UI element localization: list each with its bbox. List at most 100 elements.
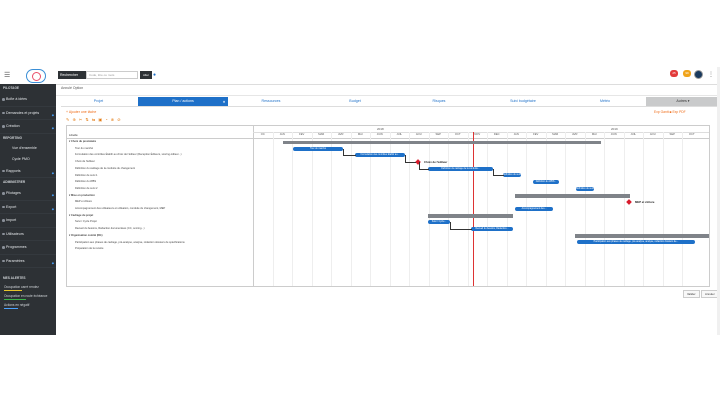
summary-bar[interactable]: [575, 234, 709, 238]
milestone-diamond[interactable]: [626, 198, 632, 205]
task-bar[interactable]: Définition du cadrage de la conduite...: [428, 166, 493, 171]
task-row[interactable]: ▾ Mise en production: [67, 193, 255, 200]
info-icon[interactable]: ●: [153, 72, 156, 78]
task-bar[interactable]: Définition du WBS...: [533, 180, 559, 184]
task-row[interactable]: Définition de suivi 2: [67, 186, 261, 193]
notification-badge[interactable]: 25: [670, 70, 678, 77]
tab-plan-actions[interactable]: Plan / actions ♦: [138, 97, 228, 106]
task-bar[interactable]: Formulation des contrôles Établir au...: [355, 153, 405, 158]
sidebar-item-pilotages[interactable]: Pilotages ◆: [0, 187, 56, 201]
circle-icon: [2, 111, 5, 114]
month-label: MAR: [318, 133, 325, 136]
tab-risques[interactable]: Risques: [398, 97, 480, 106]
avatar[interactable]: [694, 70, 703, 79]
alert-item[interactable]: Actions en négatif: [0, 301, 56, 310]
sidebar-section-admin: ADMINISTRER: [3, 180, 26, 184]
grid-line: [467, 132, 469, 286]
task-bar[interactable]: Participation aux phases de cadrage, pré…: [577, 240, 695, 245]
task-row[interactable]: ▾ Cadrage du projet: [67, 213, 255, 220]
sidebar-item-utilisateurs[interactable]: Utilisateurs: [0, 228, 56, 241]
alert-item[interactable]: Occupation en route échéance: [0, 292, 56, 301]
task-row[interactable]: Préparation de la recette: [67, 246, 261, 253]
tab-suivi-budgetaire[interactable]: Suivi budgétaire: [482, 97, 564, 106]
grid-line: [311, 132, 313, 286]
grid-line: [623, 132, 625, 286]
sidebar-item-programmes[interactable]: Programmes: [0, 241, 56, 255]
sidebar-item-export[interactable]: Export ◆: [0, 201, 56, 214]
task-row[interactable]: Définition de suivi 1: [67, 173, 261, 180]
grid-line: [292, 132, 293, 286]
task-list-header: Libellé: [67, 126, 253, 139]
task-row[interactable]: Accompagnement des utilisateurs et utili…: [67, 206, 261, 213]
export-links[interactable]: Exp Gantt ■ Exp PDF: [654, 110, 686, 114]
tab-ressources[interactable]: Ressources: [230, 97, 312, 106]
month-label: NOV: [474, 133, 481, 136]
main-content: Annulé Option Projet Plan / actions ♦ Res…: [56, 84, 720, 335]
alert-badge[interactable]: 99: [683, 70, 691, 77]
search-go-button[interactable]: Aller: [140, 71, 152, 79]
task-row[interactable]: ▾ Choix du prestataire: [67, 139, 255, 146]
sidebar-item-demandes[interactable]: Demandes et projets ◆: [0, 107, 56, 120]
breadcrumb[interactable]: Annulé Option: [61, 86, 83, 90]
task-row[interactable]: Choix de l'éditeur: [67, 159, 261, 166]
app-logo[interactable]: [26, 69, 46, 83]
task-bar[interactable]: Tour du marché: [293, 146, 343, 151]
grid-line: [662, 132, 664, 286]
task-bar[interactable]: Suivi / Cycle...: [428, 220, 450, 225]
task-row[interactable]: Recueil du besoins, Rédaction documentée…: [67, 226, 261, 233]
apps-grid-icon[interactable]: ⋮: [708, 71, 714, 78]
task-bar[interactable]: Définition du suivi...: [503, 173, 521, 178]
task-row[interactable]: MEP et clôture: [67, 199, 261, 206]
sidebar-section-reporting: REPORTING: [3, 135, 22, 140]
gantt-chart: Libellé ▾ Choix du prestataire Tour du m…: [66, 125, 710, 287]
task-bar[interactable]: Recueil du besoins, Rédaction...: [471, 226, 513, 231]
circle-icon: [2, 125, 5, 128]
month-label: DEC: [493, 133, 500, 136]
task-row[interactable]: Définition du WBS: [67, 179, 261, 186]
sidebar-item-import[interactable]: Import: [0, 214, 56, 228]
sidebar-item-cycle-pmo[interactable]: Cycle PMO: [0, 154, 56, 165]
grid-line: [565, 132, 566, 286]
alert-item[interactable]: Occupation carré rendez: [0, 283, 56, 292]
sidebar: PILOTAGE Boîte à idées Demandes et proje…: [0, 84, 56, 335]
dependency-connector: [419, 161, 429, 170]
circle-icon: [2, 192, 5, 195]
task-row[interactable]: Tour du marché: [67, 146, 261, 153]
search-button[interactable]: Rechercher: [58, 71, 86, 79]
month-label: MAI: [591, 133, 597, 136]
sidebar-item-creation[interactable]: Création ◆: [0, 120, 56, 134]
summary-bar[interactable]: [428, 214, 513, 218]
tab-budget[interactable]: Budget: [314, 97, 396, 106]
search-input[interactable]: Code, titre ou mots: [86, 71, 138, 79]
grid-line: [448, 132, 449, 286]
tab-projet[interactable]: Projet: [61, 97, 136, 106]
alert-progress-bar: [4, 299, 26, 300]
month-label: FEV: [533, 133, 539, 136]
add-task-link[interactable]: + Ajouter une tâche: [66, 110, 96, 114]
menu-icon[interactable]: ☰: [4, 72, 10, 79]
task-row[interactable]: ▾ Organisation comité (DG): [67, 233, 255, 240]
task-row[interactable]: Définition du cadrage de la conduite du …: [67, 166, 261, 173]
sidebar-item-vue-ensemble[interactable]: Vue d'ensemble: [0, 143, 56, 154]
dependency-connector: [450, 222, 472, 230]
sidebar-item-parametres[interactable]: Paramètres ◆: [0, 255, 56, 268]
tab-autres[interactable]: Autres ▾: [646, 97, 720, 106]
circle-icon: [2, 219, 5, 222]
task-row[interactable]: Formulation des contrôles Établir au cho…: [67, 152, 261, 159]
task-row[interactable]: Participation aux phases de cadrage, pré…: [67, 240, 261, 247]
month-label: JAN: [513, 133, 519, 136]
sidebar-item-boite-idees[interactable]: Boîte à idées: [0, 93, 56, 107]
summary-bar[interactable]: [283, 140, 601, 144]
summary-bar[interactable]: [515, 194, 630, 198]
sidebar-item-rapports[interactable]: Rapports ◆: [0, 165, 56, 178]
month-label: JUIN: [610, 133, 617, 136]
gantt-toolbar[interactable]: ✎ ⊕ ✂ ⇅ ⇆ ▣ ◔ ⊗ ⊘: [66, 117, 122, 122]
divider: [56, 95, 720, 96]
task-bar[interactable]: Accompagnement des...: [515, 206, 553, 211]
task-row[interactable]: Suivi / Cycle Projet: [67, 219, 261, 226]
validate-button[interactable]: Valider: [683, 290, 700, 298]
cancel-button[interactable]: Annuler: [701, 290, 719, 298]
tab-meteo[interactable]: Météo: [566, 97, 644, 106]
month-label: AVR: [572, 133, 578, 136]
task-bar[interactable]: Définition du suivi...: [576, 186, 594, 191]
